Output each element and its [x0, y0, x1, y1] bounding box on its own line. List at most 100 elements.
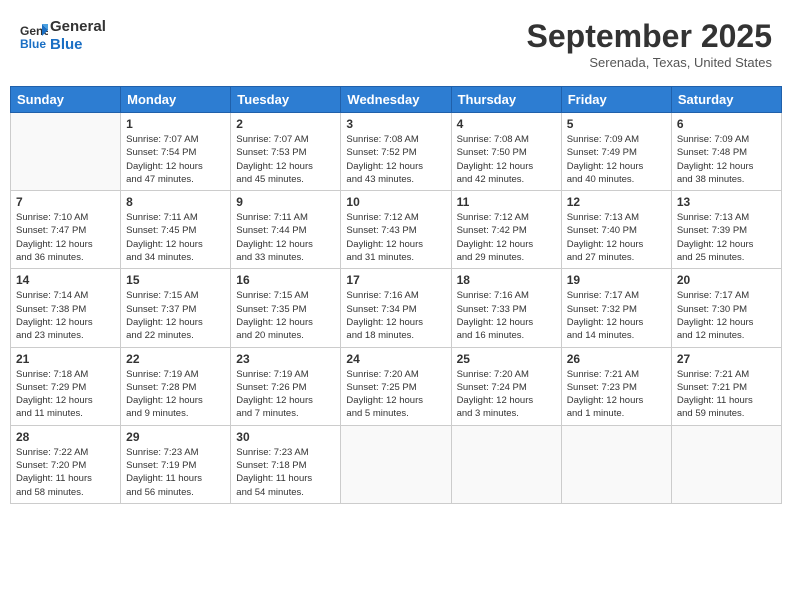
day-info: Sunrise: 7:14 AMSunset: 7:38 PMDaylight:…	[16, 289, 115, 342]
day-number: 21	[16, 352, 115, 366]
day-info: Sunrise: 7:20 AMSunset: 7:25 PMDaylight:…	[346, 368, 445, 421]
day-number: 14	[16, 273, 115, 287]
day-number: 18	[457, 273, 556, 287]
calendar-cell	[451, 425, 561, 503]
calendar-cell: 11 Sunrise: 7:12 AMSunset: 7:42 PMDayligh…	[451, 191, 561, 269]
calendar-week-row: 28 Sunrise: 7:22 AMSunset: 7:20 PMDayligh…	[11, 425, 782, 503]
day-info: Sunrise: 7:18 AMSunset: 7:29 PMDaylight:…	[16, 368, 115, 421]
calendar-cell: 21 Sunrise: 7:18 AMSunset: 7:29 PMDayligh…	[11, 347, 121, 425]
calendar-cell: 26 Sunrise: 7:21 AMSunset: 7:23 PMDayligh…	[561, 347, 671, 425]
calendar-table: SundayMondayTuesdayWednesdayThursdayFrid…	[10, 86, 782, 504]
calendar-week-row: 14 Sunrise: 7:14 AMSunset: 7:38 PMDayligh…	[11, 269, 782, 347]
day-number: 6	[677, 117, 776, 131]
day-info: Sunrise: 7:15 AMSunset: 7:35 PMDaylight:…	[236, 289, 335, 342]
calendar-cell: 19 Sunrise: 7:17 AMSunset: 7:32 PMDayligh…	[561, 269, 671, 347]
logo-line2: Blue	[50, 36, 106, 54]
weekday-header: Thursday	[451, 87, 561, 113]
day-number: 22	[126, 352, 225, 366]
calendar-cell: 23 Sunrise: 7:19 AMSunset: 7:26 PMDayligh…	[231, 347, 341, 425]
day-number: 4	[457, 117, 556, 131]
calendar-cell: 10Sunrise: 7:12 AMSunset: 7:43 PMDayligh…	[341, 191, 451, 269]
logo-icon: General Blue	[20, 22, 48, 50]
day-number: 12	[567, 195, 666, 209]
calendar-cell: 28 Sunrise: 7:22 AMSunset: 7:20 PMDayligh…	[11, 425, 121, 503]
calendar-cell	[671, 425, 781, 503]
day-info: Sunrise: 7:19 AMSunset: 7:28 PMDaylight:…	[126, 368, 225, 421]
day-info: Sunrise: 7:08 AMSunset: 7:52 PMDaylight:…	[346, 133, 445, 186]
day-info: Sunrise: 7:07 AMSunset: 7:53 PMDaylight:…	[236, 133, 335, 186]
day-number: 26	[567, 352, 666, 366]
day-info: Sunrise: 7:22 AMSunset: 7:20 PMDaylight:…	[16, 446, 115, 499]
calendar-cell: 6 Sunrise: 7:09 AMSunset: 7:48 PMDaylight…	[671, 113, 781, 191]
day-number: 20	[677, 273, 776, 287]
calendar-cell: 3 Sunrise: 7:08 AMSunset: 7:52 PMDaylight…	[341, 113, 451, 191]
logo: General Blue General Blue	[20, 18, 106, 54]
day-info: Sunrise: 7:17 AMSunset: 7:32 PMDaylight:…	[567, 289, 666, 342]
day-number: 29	[126, 430, 225, 444]
day-info: Sunrise: 7:11 AMSunset: 7:44 PMDaylight:…	[236, 211, 335, 264]
day-number: 9	[236, 195, 335, 209]
calendar-week-row: 7 Sunrise: 7:10 AMSunset: 7:47 PMDaylight…	[11, 191, 782, 269]
calendar-cell: 17 Sunrise: 7:16 AMSunset: 7:34 PMDayligh…	[341, 269, 451, 347]
weekday-header: Saturday	[671, 87, 781, 113]
month-title: September 2025	[527, 18, 772, 55]
day-number: 8	[126, 195, 225, 209]
day-info: Sunrise: 7:16 AMSunset: 7:33 PMDaylight:…	[457, 289, 556, 342]
page-header: General Blue General Blue September 2025…	[10, 10, 782, 78]
weekday-header: Monday	[121, 87, 231, 113]
calendar-cell: 14 Sunrise: 7:14 AMSunset: 7:38 PMDayligh…	[11, 269, 121, 347]
day-info: Sunrise: 7:19 AMSunset: 7:26 PMDaylight:…	[236, 368, 335, 421]
calendar-cell: 13 Sunrise: 7:13 AMSunset: 7:39 PMDayligh…	[671, 191, 781, 269]
day-number: 28	[16, 430, 115, 444]
day-number: 5	[567, 117, 666, 131]
location: Serenada, Texas, United States	[527, 55, 772, 70]
weekday-header: Tuesday	[231, 87, 341, 113]
day-number: 3	[346, 117, 445, 131]
day-number: 15	[126, 273, 225, 287]
weekday-header: Sunday	[11, 87, 121, 113]
day-info: Sunrise: 7:09 AMSunset: 7:48 PMDaylight:…	[677, 133, 776, 186]
day-number: 7	[16, 195, 115, 209]
day-info: Sunrise: 7:23 AMSunset: 7:19 PMDaylight:…	[126, 446, 225, 499]
day-number: 25	[457, 352, 556, 366]
day-number: 27	[677, 352, 776, 366]
day-info: Sunrise: 7:10 AMSunset: 7:47 PMDaylight:…	[16, 211, 115, 264]
calendar-cell: 12 Sunrise: 7:13 AMSunset: 7:40 PMDayligh…	[561, 191, 671, 269]
calendar-cell	[341, 425, 451, 503]
calendar-cell: 15 Sunrise: 7:15 AMSunset: 7:37 PMDayligh…	[121, 269, 231, 347]
day-info: Sunrise: 7:13 AMSunset: 7:40 PMDaylight:…	[567, 211, 666, 264]
calendar-cell: 2Sunrise: 7:07 AMSunset: 7:53 PMDaylight…	[231, 113, 341, 191]
day-info: Sunrise: 7:20 AMSunset: 7:24 PMDaylight:…	[457, 368, 556, 421]
calendar-cell: 7 Sunrise: 7:10 AMSunset: 7:47 PMDaylight…	[11, 191, 121, 269]
day-number: 30	[236, 430, 335, 444]
calendar-cell: 9 Sunrise: 7:11 AMSunset: 7:44 PMDaylight…	[231, 191, 341, 269]
day-info: Sunrise: 7:16 AMSunset: 7:34 PMDaylight:…	[346, 289, 445, 342]
calendar-cell	[11, 113, 121, 191]
weekday-header: Friday	[561, 87, 671, 113]
day-info: Sunrise: 7:09 AMSunset: 7:49 PMDaylight:…	[567, 133, 666, 186]
day-info: Sunrise: 7:17 AMSunset: 7:30 PMDaylight:…	[677, 289, 776, 342]
weekday-header: Wednesday	[341, 87, 451, 113]
day-number: 17	[346, 273, 445, 287]
day-info: Sunrise: 7:12 AMSunset: 7:43 PMDaylight:…	[346, 211, 445, 264]
day-info: Sunrise: 7:23 AMSunset: 7:18 PMDaylight:…	[236, 446, 335, 499]
calendar-cell: 29 Sunrise: 7:23 AMSunset: 7:19 PMDayligh…	[121, 425, 231, 503]
day-info: Sunrise: 7:13 AMSunset: 7:39 PMDaylight:…	[677, 211, 776, 264]
day-info: Sunrise: 7:21 AMSunset: 7:23 PMDaylight:…	[567, 368, 666, 421]
day-number: 24	[346, 352, 445, 366]
day-number: 13	[677, 195, 776, 209]
calendar-cell	[561, 425, 671, 503]
calendar-cell: 4Sunrise: 7:08 AMSunset: 7:50 PMDaylight…	[451, 113, 561, 191]
calendar-cell: 27Sunrise: 7:21 AMSunset: 7:21 PMDayligh…	[671, 347, 781, 425]
day-number: 23	[236, 352, 335, 366]
calendar-cell: 5 Sunrise: 7:09 AMSunset: 7:49 PMDaylight…	[561, 113, 671, 191]
day-info: Sunrise: 7:15 AMSunset: 7:37 PMDaylight:…	[126, 289, 225, 342]
day-number: 19	[567, 273, 666, 287]
calendar-cell: 16Sunrise: 7:15 AMSunset: 7:35 PMDayligh…	[231, 269, 341, 347]
svg-text:Blue: Blue	[20, 37, 46, 50]
day-info: Sunrise: 7:12 AMSunset: 7:42 PMDaylight:…	[457, 211, 556, 264]
calendar-cell: 8Sunrise: 7:11 AMSunset: 7:45 PMDaylight…	[121, 191, 231, 269]
calendar-week-row: 1Sunrise: 7:07 AMSunset: 7:54 PMDaylight…	[11, 113, 782, 191]
calendar-week-row: 21 Sunrise: 7:18 AMSunset: 7:29 PMDayligh…	[11, 347, 782, 425]
day-number: 11	[457, 195, 556, 209]
